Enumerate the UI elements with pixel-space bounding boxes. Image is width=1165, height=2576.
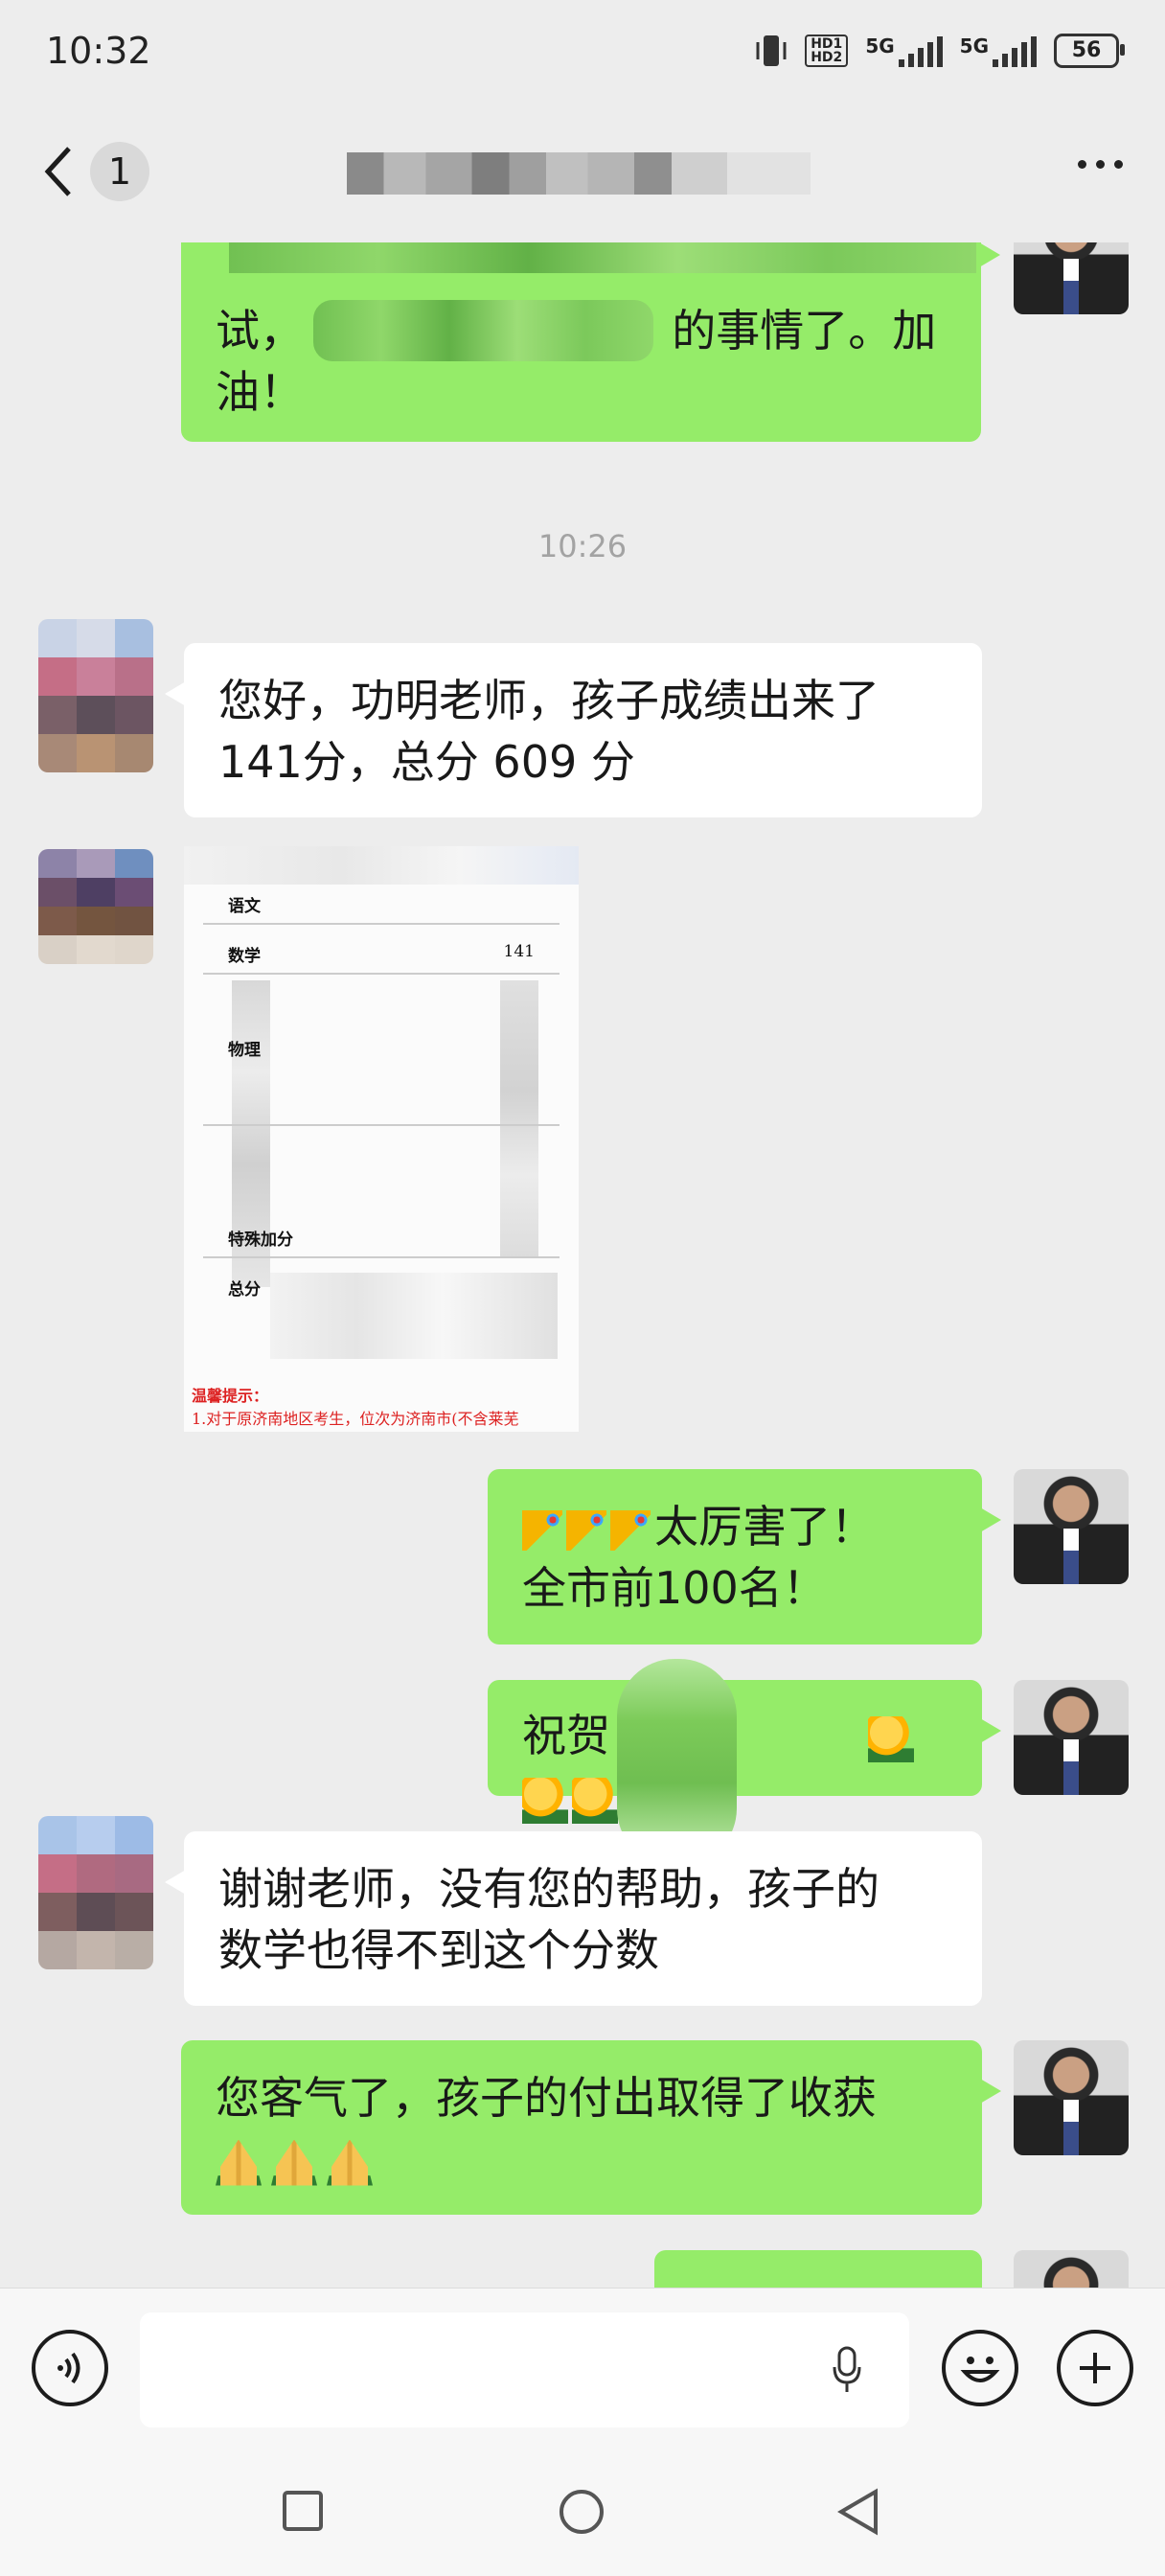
message-text: 太厉害了！ [654, 1501, 875, 1552]
score-row-label: 物理 [228, 1041, 261, 1060]
emoji-button[interactable] [942, 2330, 1018, 2406]
voice-icon [57, 2352, 80, 2384]
status-bar: 10:32 HD1 HD2 5G 5G 56 [0, 0, 1165, 101]
chevron-left-icon [44, 147, 71, 196]
message-bubble-mine[interactable]: 试， 的事情了。加 油！ [181, 242, 1000, 442]
voice-toggle-button[interactable] [32, 2330, 108, 2406]
redacted-text [313, 300, 653, 361]
message-text: 数学也得不到这个分数 [218, 1924, 659, 1976]
score-tip-text: 1.对于原济南地区考生，位次为济南市(不含莱芜 [192, 1410, 519, 1428]
message-input[interactable] [140, 2312, 909, 2427]
thumbs-up-icon [868, 1715, 915, 1762]
signal-2-icon: 5G [960, 34, 1037, 67]
message-bubble-other[interactable]: 您好，功明老师，孩子成绩出来了 141分，总分 609 分 [165, 643, 982, 817]
message-text: 141分，总分 609 分 [218, 736, 635, 788]
add-attachment-button[interactable] [1057, 2330, 1133, 2406]
message-text: 全市前100名！ [522, 1562, 827, 1614]
party-popper-icon [566, 1509, 606, 1551]
more-options-button[interactable] [1078, 160, 1123, 169]
folded-hands-icon [216, 2139, 262, 2186]
folded-hands-icon [327, 2139, 373, 2186]
score-row-label: 特殊加分 [228, 1230, 293, 1250]
smiley-icon [960, 2357, 1000, 2382]
message-text: 试， [216, 305, 304, 356]
party-popper-icon [522, 1509, 562, 1551]
network-2-label: 5G [959, 34, 989, 58]
input-bar [0, 2288, 1165, 2445]
signal-1-icon: 5G [865, 34, 943, 67]
math-score-value: 141 [503, 942, 535, 961]
message-text: 谢谢老师，没有您的帮助，孩子的 [218, 1863, 879, 1915]
avatar-other[interactable] [38, 619, 153, 772]
avatar-mine[interactable] [1014, 242, 1129, 314]
folded-hands-icon [271, 2139, 317, 2186]
message-text: 油！ [216, 366, 304, 418]
chat-title-redacted [347, 152, 811, 195]
thumbs-up-icon [522, 1777, 568, 1824]
message-text: 您好，功明老师，孩子成绩出来了 [218, 675, 879, 726]
network-1-label: 5G [865, 34, 895, 58]
score-tip-title: 温馨提示： [192, 1387, 269, 1405]
recents-button[interactable] [282, 2490, 324, 2532]
party-popper-icon [610, 1509, 651, 1551]
avatar-other[interactable] [38, 849, 153, 964]
unread-badge: 1 [90, 142, 149, 201]
message-bubble-mine[interactable]: 您客气了，孩子的付出取得了收获 [181, 2040, 1001, 2215]
avatar-mine[interactable] [1014, 1469, 1129, 1584]
message-bubble-other[interactable]: 谢谢老师，没有您的帮助，孩子的 数学也得不到这个分数 [165, 1831, 982, 2006]
thumbs-up-icon [572, 1777, 618, 1824]
message-bubble-mine[interactable]: 祝贺 [488, 1659, 1001, 1866]
message-text: 祝贺 [522, 1710, 610, 1761]
status-time: 10:32 [46, 29, 151, 72]
score-row-label: 语文 [228, 897, 261, 916]
avatar-mine[interactable] [1014, 2040, 1129, 2155]
score-row-label: 数学 [228, 947, 261, 966]
hd-icon: HD1 HD2 [805, 34, 849, 67]
system-nav-bar [0, 2444, 1165, 2576]
redacted-text [229, 242, 976, 273]
chat-header: 1 [0, 101, 1165, 242]
battery-icon: 56 [1054, 33, 1125, 68]
microphone-icon[interactable] [832, 2346, 862, 2394]
avatar-mine[interactable] [1014, 1680, 1129, 1795]
home-button[interactable] [558, 2488, 605, 2536]
score-row-label: 总分 [228, 1280, 261, 1300]
message-bubble-mine[interactable] [654, 2250, 982, 2288]
back-nav-button[interactable] [837, 2488, 879, 2536]
back-button[interactable]: 1 [38, 142, 149, 201]
score-report-image[interactable]: 语文 数学 141 物理 特殊加分 总分 温馨提示： 1.对于原济南地区考生，位… [184, 846, 579, 1432]
status-icons: HD1 HD2 5G 5G 56 [755, 33, 1125, 69]
message-text: 的事情了。加 [672, 305, 937, 356]
avatar-other[interactable] [38, 1816, 153, 1969]
avatar-mine[interactable] [1014, 2250, 1129, 2288]
vibrate-icon [756, 34, 787, 66]
message-text: 您客气了，孩子的付出取得了收获 [216, 2072, 877, 2124]
message-timestamp: 10:26 [537, 528, 628, 564]
battery-level: 56 [1071, 38, 1102, 62]
message-bubble-mine[interactable]: 太厉害了！ 全市前100名！ [488, 1469, 1001, 1644]
message-list[interactable]: 试， 的事情了。加 油！ 10:26 您好，功明老师，孩子成绩出来了 141分，… [0, 242, 1165, 2288]
plus-icon [1080, 2353, 1110, 2383]
